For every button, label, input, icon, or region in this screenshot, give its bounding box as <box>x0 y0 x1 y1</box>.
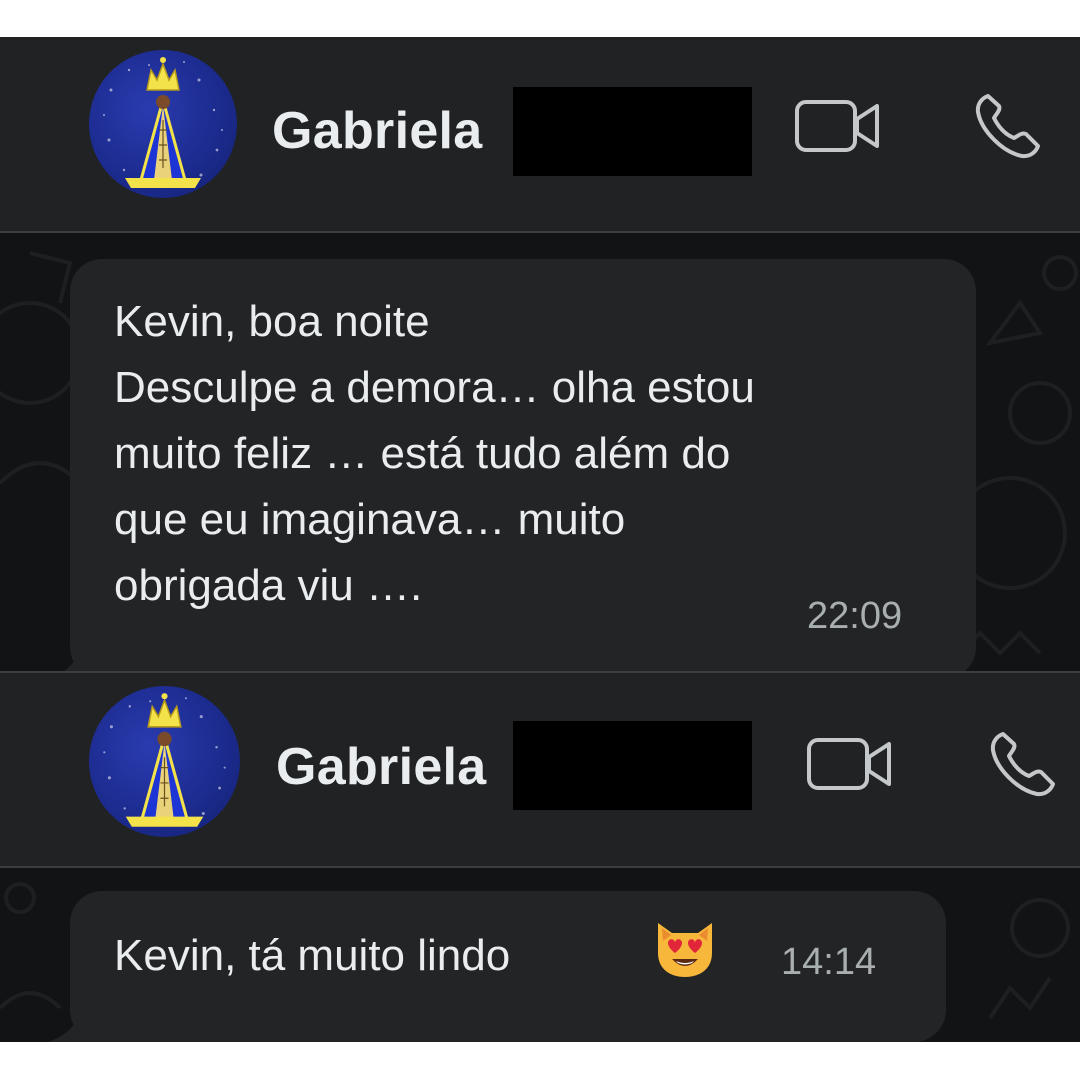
heart-eyes-cat-emoji <box>652 913 718 979</box>
video-camera-icon <box>807 738 891 790</box>
voice-call-button[interactable] <box>974 92 1044 160</box>
saint-statue-avatar-icon <box>103 693 226 827</box>
message-text: Kevin, boa noite Desculpe a demora… olha… <box>114 297 755 610</box>
incoming-message-bubble[interactable]: Kevin, tá muito lindo 14:14 <box>70 891 946 1042</box>
contact-name[interactable]: Gabriela <box>276 737 487 797</box>
redacted-surname <box>513 87 752 176</box>
phone-icon <box>990 732 1055 797</box>
message-timestamp: 14:14 <box>781 941 877 983</box>
message-timestamp: 22:09 <box>807 595 903 637</box>
chat-header: Gabriela <box>0 37 1080 233</box>
contact-name[interactable]: Gabriela <box>272 101 483 161</box>
incoming-message-bubble[interactable]: Kevin, boa noite Desculpe a demora… olha… <box>70 259 976 679</box>
chat-panel: Gabriela Kevin, tá muito lindo 14:14 <box>0 671 1080 1042</box>
chat-header: Gabriela <box>0 671 1080 868</box>
video-call-button[interactable] <box>795 99 881 153</box>
saint-statue-avatar-icon <box>103 57 223 188</box>
contact-avatar[interactable] <box>89 50 237 198</box>
phone-icon <box>975 94 1040 159</box>
video-camera-icon <box>795 100 879 152</box>
video-call-button[interactable] <box>807 737 893 791</box>
message-text: Kevin, tá muito lindo <box>114 931 511 980</box>
contact-avatar[interactable] <box>89 686 240 837</box>
redacted-surname <box>513 721 752 810</box>
chat-panel: Gabriela Kevin, boa noite Desculpe a dem… <box>0 37 1080 679</box>
voice-call-button[interactable] <box>989 730 1059 798</box>
screenshot-frame: Gabriela Kevin, boa noite Desculpe a dem… <box>0 37 1080 1042</box>
